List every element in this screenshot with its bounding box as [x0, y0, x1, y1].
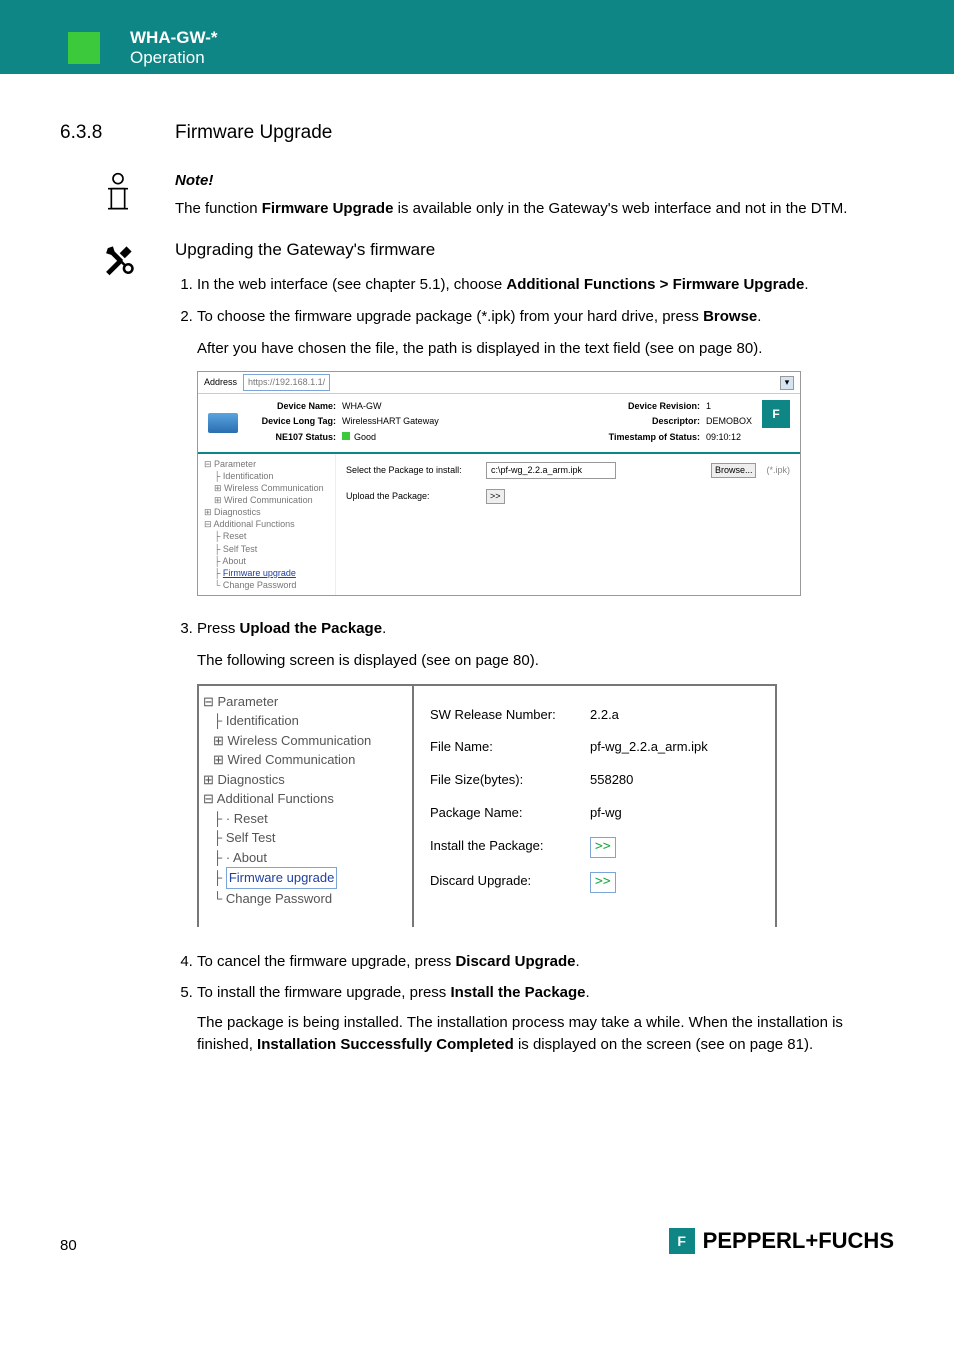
- step-2: To choose the firmware upgrade package (…: [197, 306, 894, 328]
- header-green-square: [68, 32, 100, 64]
- note-icon: [101, 172, 135, 212]
- upload-package-button[interactable]: >>: [486, 489, 505, 504]
- section-heading: 6.3.8 Firmware Upgrade: [60, 122, 894, 144]
- brand-mark-icon: F: [669, 1228, 695, 1254]
- address-label: Address: [204, 376, 237, 389]
- pf-logo-icon: F: [762, 400, 790, 428]
- device-icon: [208, 413, 238, 433]
- header-section: Operation: [130, 48, 217, 68]
- address-dropdown[interactable]: ▾: [780, 376, 794, 390]
- page-number: 80: [60, 1237, 77, 1254]
- section-title: Firmware Upgrade: [175, 122, 332, 144]
- screenshot-browse: Address https://192.168.1.1/ ▾ Device Na…: [197, 371, 801, 596]
- step-1: In the web interface (see chapter 5.1), …: [197, 274, 894, 296]
- screenshot-upload-result: ⊟ Parameter ├ Identification ⊞ Wireless …: [197, 684, 777, 927]
- top-accent-bar: [0, 0, 954, 22]
- nav-firmware-upgrade[interactable]: Firmware upgrade: [223, 568, 296, 578]
- nav-firmware-upgrade-2[interactable]: Firmware upgrade: [226, 867, 338, 889]
- brand-logo: F PEPPERL+FUCHS: [669, 1228, 894, 1254]
- step-3: Press Upload the Package.: [197, 618, 894, 640]
- step-2-followup: After you have chosen the file, the path…: [197, 338, 894, 360]
- note-text: The function Firmware Upgrade is availab…: [175, 198, 894, 220]
- address-url[interactable]: https://192.168.1.1/: [243, 374, 330, 391]
- install-package-button[interactable]: >>: [590, 837, 616, 858]
- header-model: WHA-GW-*: [130, 28, 217, 48]
- nav-tree-2[interactable]: ⊟ Parameter ├ Identification ⊞ Wireless …: [197, 686, 412, 927]
- step-5-followup: The package is being installed. The inst…: [197, 1012, 894, 1056]
- doc-header: WHA-GW-* Operation: [0, 22, 954, 74]
- upload-package-label: Upload the Package:: [346, 490, 476, 503]
- note-title: Note!: [175, 170, 894, 192]
- brand-name: PEPPERL+FUCHS: [703, 1228, 894, 1254]
- step-4: To cancel the firmware upgrade, press Di…: [197, 951, 894, 973]
- step-3-followup: The following screen is displayed (see o…: [197, 650, 894, 672]
- browse-button[interactable]: Browse...: [711, 463, 757, 478]
- section-number: 6.3.8: [60, 122, 175, 144]
- step-5: To install the firmware upgrade, press I…: [197, 982, 894, 1055]
- discard-upgrade-button[interactable]: >>: [590, 872, 616, 893]
- tools-icon: [101, 240, 135, 280]
- nav-tree[interactable]: ⊟ Parameter ├ Identification ⊞ Wireless …: [198, 454, 336, 596]
- select-package-label: Select the Package to install:: [346, 464, 476, 477]
- package-path-input[interactable]: c:\pf-wg_2.2.a_arm.ipk: [486, 462, 616, 479]
- procedure-heading: Upgrading the Gateway's firmware: [175, 238, 894, 263]
